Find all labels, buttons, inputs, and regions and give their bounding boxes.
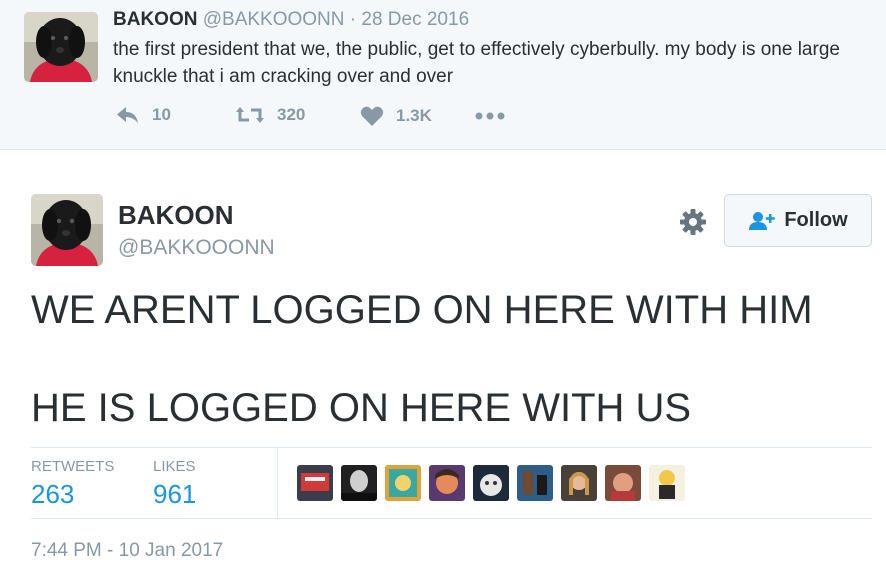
retweet-icon [236, 107, 264, 123]
more-button[interactable] [475, 111, 505, 121]
retweet-count: 320 [277, 105, 306, 124]
stats-divider [277, 448, 278, 518]
liker-avatar[interactable] [385, 465, 421, 501]
parent-tweet-text: the first president that we, the public,… [113, 39, 840, 87]
like-button[interactable]: 1.3K [360, 105, 432, 127]
liker-avatar[interactable] [517, 465, 553, 501]
liker-avatar[interactable] [297, 465, 333, 501]
author-name[interactable]: BAKOON [118, 200, 234, 231]
gear-icon [680, 209, 706, 235]
retweets-stat[interactable]: RETWEETS 263 [31, 458, 114, 510]
like-count: 1.3K [396, 106, 432, 125]
parent-author-name[interactable]: BAKOON [113, 9, 197, 30]
reply-icon [117, 107, 138, 123]
tweet-text-line-2: HE IS LOGGED ON HERE WITH US [31, 386, 692, 430]
more-icon [475, 112, 505, 120]
liker-avatar[interactable] [429, 465, 465, 501]
parent-avatar[interactable] [24, 12, 98, 82]
tweet-timestamp[interactable]: 7:44 PM - 10 Jan 2017 [31, 540, 223, 562]
parent-separator: · [349, 9, 357, 30]
parent-author-handle[interactable]: @BAKKOOONN [203, 9, 345, 30]
retweets-label: RETWEETS [31, 458, 115, 475]
liker-avatar[interactable] [341, 465, 377, 501]
likes-label: LIKES [153, 458, 196, 475]
author-handle[interactable]: @BAKKOOONN [118, 236, 275, 260]
reply-button[interactable]: 10 [116, 105, 171, 125]
follow-button[interactable]: Follow [724, 194, 872, 247]
liker-avatar[interactable] [561, 465, 597, 501]
likes-stat[interactable]: LIKES 961 [153, 458, 196, 510]
follow-label: Follow [784, 209, 848, 231]
parent-header: BAKOON @BAKKOOONN · 28 Dec 2016 [113, 9, 469, 31]
parent-tweet[interactable]: BAKOON @BAKKOOONN · 28 Dec 2016 the firs… [0, 0, 886, 150]
likes-value: 961 [153, 479, 197, 509]
reply-count: 10 [152, 105, 171, 124]
settings-button[interactable] [679, 208, 707, 236]
retweets-value: 263 [31, 479, 75, 509]
main-avatar[interactable] [31, 194, 103, 266]
heart-icon [360, 106, 384, 126]
liker-avatar[interactable] [473, 465, 509, 501]
tweet-stats: RETWEETS 263 LIKES 961 [31, 447, 872, 519]
liker-avatar[interactable] [605, 465, 641, 501]
tweet-text-line-1: WE ARENT LOGGED ON HERE WITH HIM [31, 288, 813, 332]
liker-avatar[interactable] [649, 465, 685, 501]
retweet-button[interactable]: 320 [235, 105, 305, 125]
parent-date[interactable]: 28 Dec 2016 [361, 9, 469, 30]
follow-person-icon [749, 211, 776, 230]
